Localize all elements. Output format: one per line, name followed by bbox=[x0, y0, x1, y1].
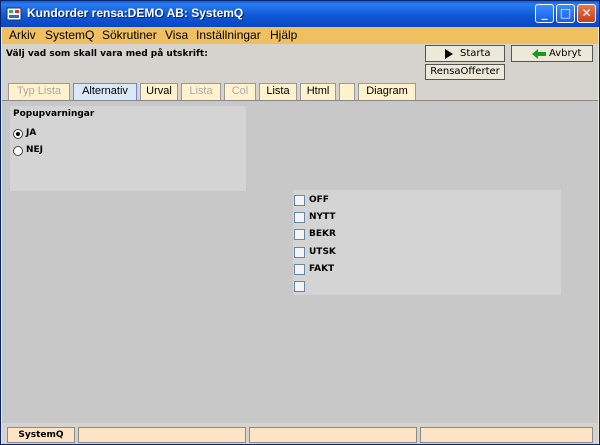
popup-warnings-label: Popupvarningar bbox=[13, 109, 95, 119]
menu-bar: Arkiv SystemQ Sökrutiner Visa Inställnin… bbox=[2, 27, 598, 44]
checkbox-blank[interactable] bbox=[294, 281, 305, 292]
checkbox-off[interactable] bbox=[294, 195, 305, 206]
cancel-label: Avbryt bbox=[549, 48, 582, 59]
radio-nej-label: NEJ bbox=[26, 145, 44, 155]
checkbox-utsk[interactable] bbox=[294, 247, 305, 258]
window-title: Kundorder rensa:DEMO AB: SystemQ bbox=[27, 6, 244, 20]
tab-typ-lista[interactable]: Typ Lista bbox=[8, 83, 70, 100]
tab-blank[interactable] bbox=[339, 83, 355, 100]
menu-arkiv[interactable]: Arkiv bbox=[9, 28, 36, 42]
status-cell-2 bbox=[78, 427, 246, 443]
status-cell-3 bbox=[249, 427, 417, 443]
checkbox-nytt[interactable] bbox=[294, 212, 305, 223]
start-label: Starta bbox=[460, 48, 491, 59]
tab-diagram[interactable]: Diagram bbox=[358, 83, 416, 100]
status-bar: SystemQ bbox=[2, 423, 598, 444]
menu-systemq[interactable]: SystemQ bbox=[45, 28, 94, 42]
close-button[interactable]: ✕ bbox=[577, 4, 596, 23]
status-cell-4 bbox=[420, 427, 593, 443]
radio-selected-dot bbox=[16, 132, 20, 136]
maximize-button[interactable]: □ bbox=[556, 4, 575, 23]
status-cell-app: SystemQ bbox=[7, 427, 75, 443]
back-arrow-icon bbox=[532, 49, 546, 59]
tab-alternativ[interactable]: Alternativ bbox=[73, 83, 137, 100]
tab-html[interactable]: Html bbox=[300, 83, 336, 100]
tab-content-alternativ: Popupvarningar JA NEJ OFF NYTT BEKR UTSK… bbox=[2, 100, 598, 424]
radio-ja[interactable] bbox=[13, 129, 23, 139]
tab-lista-2[interactable]: Lista bbox=[259, 83, 297, 100]
radio-nej[interactable] bbox=[13, 146, 23, 156]
instruction-text: Välj vad som skall vara med på utskrift: bbox=[6, 49, 208, 59]
tab-lista-1[interactable]: Lista bbox=[181, 83, 221, 100]
checkbox-utsk-label: UTSK bbox=[309, 247, 336, 257]
rensa-offerter-button[interactable]: RensaOfferter bbox=[425, 64, 505, 80]
radio-ja-label: JA bbox=[26, 128, 37, 138]
checkbox-bekr-label: BEKR bbox=[309, 229, 336, 239]
app-window: Kundorder rensa:DEMO AB: SystemQ _ □ ✕ A… bbox=[0, 0, 600, 445]
menu-installningar[interactable]: Inställningar bbox=[196, 28, 261, 42]
checkbox-bekr[interactable] bbox=[294, 229, 305, 240]
cancel-button[interactable]: Avbryt bbox=[511, 45, 593, 62]
menu-sokrutiner[interactable]: Sökrutiner bbox=[102, 28, 157, 42]
menu-hjalp[interactable]: Hjälp bbox=[270, 28, 297, 42]
status-filter-panel: OFF NYTT BEKR UTSK FAKT bbox=[293, 190, 561, 295]
minimize-button[interactable]: _ bbox=[535, 4, 554, 23]
tab-bar: Typ Lista Alternativ Urval Lista Col Lis… bbox=[2, 82, 598, 100]
popup-warnings-panel: Popupvarningar JA NEJ bbox=[10, 106, 246, 191]
play-arrow-icon bbox=[445, 49, 453, 59]
menu-visa[interactable]: Visa bbox=[165, 28, 188, 42]
checkbox-off-label: OFF bbox=[309, 195, 329, 205]
checkbox-nytt-label: NYTT bbox=[309, 212, 336, 222]
title-bar[interactable]: Kundorder rensa:DEMO AB: SystemQ _ □ ✕ bbox=[1, 1, 599, 27]
app-icon bbox=[6, 7, 22, 21]
checkbox-fakt[interactable] bbox=[294, 264, 305, 275]
checkbox-fakt-label: FAKT bbox=[309, 264, 335, 274]
tab-urval[interactable]: Urval bbox=[140, 83, 178, 100]
tab-col[interactable]: Col bbox=[224, 83, 256, 100]
toolbar-header: Välj vad som skall vara med på utskrift:… bbox=[2, 44, 598, 82]
start-button[interactable]: Starta bbox=[425, 45, 505, 62]
